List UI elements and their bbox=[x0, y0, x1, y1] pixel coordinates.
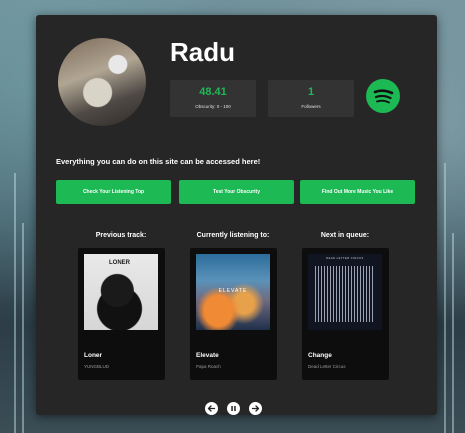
arrow-right-icon bbox=[251, 405, 260, 412]
intro-text: Everything you can do on this site can b… bbox=[56, 157, 261, 166]
album-cover: ELEVATE bbox=[196, 254, 270, 330]
previous-track-heading: Previous track: bbox=[95, 232, 147, 239]
track-artist: Papa Roach bbox=[196, 364, 221, 369]
spotify-logo-icon[interactable] bbox=[366, 79, 400, 113]
album-cover: LONER bbox=[84, 254, 158, 330]
track-title: Change bbox=[308, 352, 332, 359]
find-more-music-button[interactable]: Find Out More Music You Like bbox=[300, 180, 415, 204]
profile-card: Radu 48.41 Obscurity: 0 - 100 1 Follower… bbox=[36, 15, 437, 415]
followers-stat: 1 Followers bbox=[268, 80, 354, 117]
track-artist: YUNGBLUD bbox=[84, 364, 110, 369]
obscurity-label: Obscurity: 0 - 100 bbox=[195, 104, 231, 109]
followers-value: 1 bbox=[307, 86, 315, 98]
track-title: Loner bbox=[84, 352, 103, 359]
arrow-left-icon bbox=[207, 405, 216, 412]
album-cover: DEAD LETTER CIRCUS bbox=[308, 254, 382, 330]
next-button[interactable] bbox=[249, 402, 262, 415]
check-listening-top-button[interactable]: Check Your Listening Top bbox=[56, 180, 171, 204]
previous-track-card[interactable]: LONER Loner YUNGBLUD bbox=[78, 248, 165, 380]
next-track-heading: Next in queue: bbox=[320, 232, 370, 239]
avatar bbox=[58, 38, 146, 126]
pause-icon bbox=[231, 406, 236, 411]
current-track-card[interactable]: ELEVATE Elevate Papa Roach bbox=[190, 248, 277, 380]
album-cover-text: DEAD LETTER CIRCUS bbox=[326, 257, 364, 260]
previous-button[interactable] bbox=[205, 402, 218, 415]
album-cover-text: LONER bbox=[109, 260, 130, 266]
obscurity-value: 48.41 bbox=[199, 86, 227, 98]
track-title: Elevate bbox=[196, 352, 219, 359]
current-track-heading: Currently listening to: bbox=[196, 232, 270, 239]
followers-label: Followers bbox=[301, 104, 321, 109]
track-artist: Dead Letter Circus bbox=[308, 364, 346, 369]
pause-button[interactable] bbox=[227, 402, 240, 415]
obscurity-stat: 48.41 Obscurity: 0 - 100 bbox=[170, 80, 256, 117]
album-cover-text: ELEVATE bbox=[218, 288, 248, 294]
test-obscurity-button[interactable]: Test Your Obscurity bbox=[179, 180, 294, 204]
album-art-pattern bbox=[315, 266, 375, 322]
next-track-card[interactable]: DEAD LETTER CIRCUS Change Dead Letter Ci… bbox=[302, 248, 389, 380]
username: Radu bbox=[170, 37, 235, 67]
